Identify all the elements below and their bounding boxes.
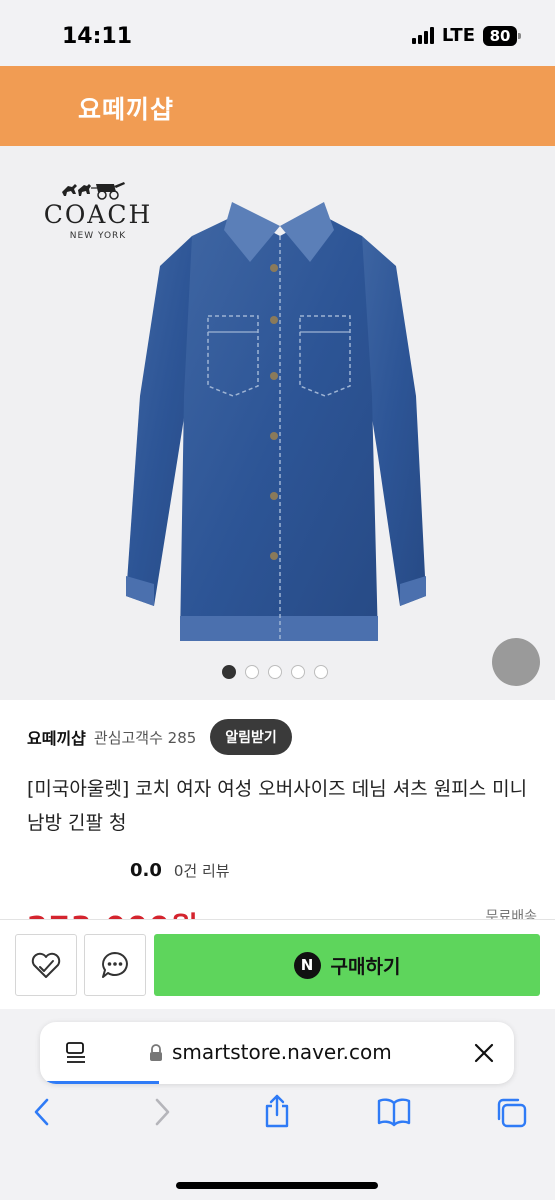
product-price: 273,000원 <box>27 903 199 920</box>
rating-score: 0.0 <box>130 860 162 881</box>
buy-label: 구매하기 <box>330 955 401 978</box>
browser-toolbar <box>0 1094 555 1147</box>
battery-icon: 80 <box>483 25 521 46</box>
status-time: 14:11 <box>62 24 133 49</box>
share-icon[interactable] <box>262 1093 292 1129</box>
tabs-icon[interactable] <box>494 1097 528 1129</box>
network-label: LTE <box>441 25 475 46</box>
home-indicator <box>176 1182 378 1189</box>
purchase-bar: N 구매하기 <box>0 919 555 1009</box>
talk-button[interactable] <box>84 934 146 996</box>
page-menu-icon[interactable] <box>64 1041 88 1065</box>
address-bar[interactable]: smartstore.naver.com <box>40 1022 514 1084</box>
alarm-button[interactable]: 알림받기 <box>210 719 292 755</box>
signal-icon <box>411 27 434 44</box>
floating-circle-button[interactable] <box>492 638 540 686</box>
browser-chrome: smartstore.naver.com <box>0 1009 555 1200</box>
store-header: 요떼끼샵 <box>0 66 555 146</box>
forward-icon[interactable] <box>150 1097 174 1127</box>
review-count[interactable]: 0건 리뷰 <box>174 860 230 881</box>
rating-row[interactable]: 0.0 0건 리뷰 <box>130 860 230 881</box>
product-image[interactable]: COACH NEW YORK <box>0 146 555 700</box>
store-row: 요떼끼샵 관심고객수 285 알림받기 <box>27 719 292 755</box>
buy-button[interactable]: N 구매하기 <box>154 934 540 996</box>
back-icon[interactable] <box>30 1097 54 1127</box>
shipping-info: 무료배송 <box>485 909 537 920</box>
store-title[interactable]: 요떼끼샵 <box>78 90 174 126</box>
carousel-dot[interactable] <box>222 665 236 679</box>
carousel-dot[interactable] <box>291 665 305 679</box>
wishlist-button[interactable] <box>15 934 77 996</box>
denim-shirt-image <box>126 202 426 641</box>
carousel-dot[interactable] <box>245 665 259 679</box>
product-title: [미국아울렛] 코치 여자 여성 오버사이즈 데님 셔츠 원피스 미니 남방 긴… <box>27 778 528 834</box>
store-name[interactable]: 요떼끼샵 <box>27 725 86 749</box>
heart-check-icon <box>31 952 61 978</box>
page-load-progress <box>40 1081 159 1084</box>
lock-icon <box>150 1044 162 1061</box>
bookmarks-icon[interactable] <box>376 1097 412 1127</box>
close-icon[interactable] <box>474 1043 494 1063</box>
url-text[interactable]: smartstore.naver.com <box>172 1040 392 1064</box>
follower-count: 관심고객수 285 <box>93 728 197 747</box>
status-indicators: LTE 80 <box>411 25 521 46</box>
carousel-dot[interactable] <box>314 665 328 679</box>
carousel-dots[interactable] <box>222 665 328 679</box>
naver-n-icon: N <box>293 951 321 979</box>
status-bar: 14:11 LTE 80 <box>0 0 555 66</box>
price-row: 273,000원 무료배송 <box>27 900 537 920</box>
chat-bubble-icon <box>102 952 128 978</box>
carousel-dot[interactable] <box>268 665 282 679</box>
